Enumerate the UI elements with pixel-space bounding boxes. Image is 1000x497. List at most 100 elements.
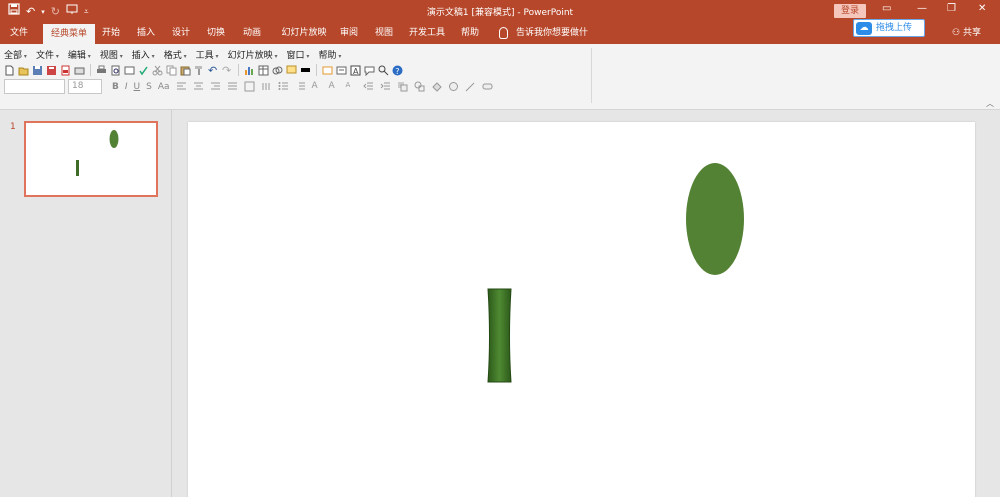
arrange-icon[interactable] xyxy=(397,81,408,92)
tell-me-search[interactable]: 告诉我你想要做什么 xyxy=(516,22,596,60)
chart-icon[interactable] xyxy=(244,65,255,76)
tab-developer[interactable]: 开发工具 xyxy=(405,22,449,44)
zoom-icon[interactable] xyxy=(378,65,389,76)
menu-edit[interactable]: 编辑 xyxy=(68,48,91,61)
decrease-font-icon[interactable]: A xyxy=(346,81,357,92)
tab-insert[interactable]: 插入 xyxy=(131,22,161,44)
cut-icon[interactable] xyxy=(152,65,163,76)
undo-icon[interactable]: ↶ xyxy=(208,65,219,76)
format-painter-icon[interactable] xyxy=(194,65,205,76)
paste-icon[interactable] xyxy=(180,65,191,76)
publish-icon[interactable] xyxy=(74,65,85,76)
slide-number: 1 xyxy=(10,122,16,132)
tab-design[interactable]: 设计 xyxy=(166,22,196,44)
print-preview-icon[interactable] xyxy=(110,65,121,76)
slide-size-icon[interactable] xyxy=(124,65,135,76)
font-name-select[interactable] xyxy=(4,79,65,94)
redo-icon[interactable]: ↷ xyxy=(222,65,233,76)
tab-transitions[interactable]: 切换 xyxy=(201,22,231,44)
shape-effects-icon[interactable] xyxy=(448,81,459,92)
tab-classic-menu[interactable]: 经典菜单 xyxy=(43,24,95,44)
table-icon[interactable] xyxy=(258,65,269,76)
italic-button[interactable]: I xyxy=(125,82,128,92)
svg-text:A: A xyxy=(353,67,359,76)
hyperlink-icon[interactable] xyxy=(272,65,283,76)
menu-window[interactable]: 窗口 xyxy=(287,48,310,61)
drag-upload-button[interactable]: ☁ 拖拽上传 xyxy=(853,19,925,37)
numbering-icon[interactable] xyxy=(295,81,306,92)
ribbon-display-options-icon[interactable]: ▭ xyxy=(882,3,891,14)
slide-thumbnail[interactable] xyxy=(24,121,158,197)
tab-help[interactable]: 帮助 xyxy=(455,22,485,44)
shape-outline-icon[interactable] xyxy=(465,81,476,92)
new-doc-icon[interactable] xyxy=(4,65,15,76)
tab-review[interactable]: 审阅 xyxy=(334,22,364,44)
green-ellipse-shape[interactable] xyxy=(686,163,744,275)
menu-insert[interactable]: 插入 xyxy=(132,48,155,61)
layout-icon[interactable] xyxy=(336,65,347,76)
comment-icon[interactable] xyxy=(286,65,297,76)
help-icon[interactable]: ? xyxy=(392,65,403,76)
classic-menu-row: 全部 文件 编辑 视图 插入 格式 工具 幻灯片放映 窗口 帮助 xyxy=(4,48,341,61)
copy-icon[interactable] xyxy=(166,65,177,76)
underline-button[interactable]: U xyxy=(134,82,141,92)
font-size-select[interactable]: 18 xyxy=(68,79,102,94)
columns-icon[interactable] xyxy=(261,81,272,92)
textbox-icon[interactable]: A xyxy=(350,65,361,76)
upload-label: 拖拽上传 xyxy=(876,23,913,33)
bullets-icon[interactable] xyxy=(278,81,289,92)
login-button[interactable]: 登录 xyxy=(834,4,866,18)
toolbar-separator xyxy=(238,64,239,76)
tab-view[interactable]: 视图 xyxy=(369,22,399,44)
shapes-icon[interactable] xyxy=(414,81,425,92)
spelling-icon[interactable] xyxy=(138,65,149,76)
share-button[interactable]: ⚇ 共享 xyxy=(952,22,981,44)
tab-slideshow[interactable]: 幻灯片放映 xyxy=(276,22,332,44)
tab-file[interactable]: 文件 xyxy=(4,22,34,44)
line-color-icon[interactable] xyxy=(300,65,311,76)
bold-button[interactable]: B xyxy=(112,82,119,92)
change-case-button[interactable]: Aa xyxy=(158,82,170,92)
menu-format[interactable]: 格式 xyxy=(164,48,187,61)
callout-icon[interactable] xyxy=(364,65,375,76)
save-as-icon[interactable] xyxy=(46,65,57,76)
toolbar-separator xyxy=(316,64,317,76)
restore-icon[interactable]: ❐ xyxy=(947,3,956,14)
close-icon[interactable]: ✕ xyxy=(978,3,986,14)
svg-text:?: ? xyxy=(395,67,399,76)
collapse-ribbon-icon[interactable]: ︿ xyxy=(986,98,994,109)
align-left-icon[interactable] xyxy=(176,81,187,92)
align-center-icon[interactable] xyxy=(193,81,204,92)
green-bar-shape[interactable] xyxy=(487,288,512,383)
indent-decrease-icon[interactable] xyxy=(362,81,374,92)
menu-tools[interactable]: 工具 xyxy=(196,48,219,61)
menu-all[interactable]: 全部 xyxy=(4,48,27,61)
menu-help[interactable]: 帮助 xyxy=(318,48,341,61)
open-folder-icon[interactable] xyxy=(18,65,29,76)
print-icon[interactable] xyxy=(96,65,107,76)
save-icon[interactable] xyxy=(32,65,43,76)
shape-fill-icon[interactable] xyxy=(431,81,442,92)
menu-slideshow[interactable]: 幻灯片放映 xyxy=(228,48,278,61)
slide-canvas[interactable] xyxy=(188,122,975,497)
new-slide-icon[interactable] xyxy=(322,65,333,76)
export-pdf-icon[interactable] xyxy=(60,65,71,76)
text-shadow-button[interactable]: S xyxy=(146,82,152,92)
align-right-icon[interactable] xyxy=(210,81,221,92)
tab-home[interactable]: 开始 xyxy=(96,22,126,44)
ribbon: 全部 文件 编辑 视图 插入 格式 工具 幻灯片放映 窗口 帮助 ↶ ↷ xyxy=(0,44,1000,110)
distribute-icon[interactable] xyxy=(244,81,255,92)
increase-font-icon[interactable]: A xyxy=(329,81,340,92)
ribbon-divider xyxy=(591,48,592,103)
title-bar: ↶ ▾ ↻ ⩡ 演示文稿1 [兼容模式] - PowerPoint 登录 ▭ —… xyxy=(0,0,1000,22)
minimize-icon[interactable]: — xyxy=(917,3,927,14)
menu-view[interactable]: 视图 xyxy=(100,48,123,61)
person-icon: ⚇ xyxy=(952,28,963,38)
quick-styles-icon[interactable] xyxy=(482,81,493,92)
menu-file[interactable]: 文件 xyxy=(36,48,59,61)
font-color-icon[interactable]: A xyxy=(312,81,323,92)
tab-animations[interactable]: 动画 xyxy=(237,22,267,44)
formatting-toolbar: B I U S Aa A A A xyxy=(112,81,493,92)
justify-icon[interactable] xyxy=(227,81,238,92)
indent-increase-icon[interactable] xyxy=(380,81,391,92)
